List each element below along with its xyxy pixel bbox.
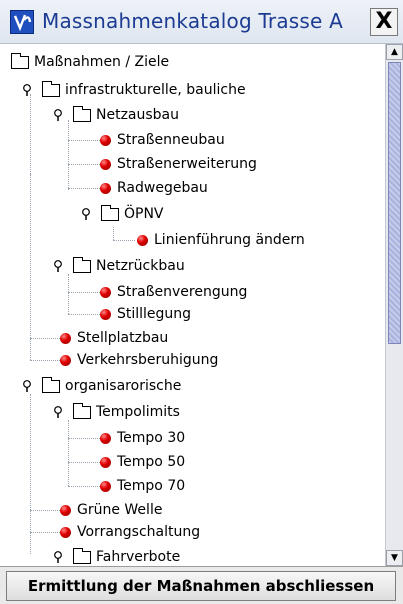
expand-toggle-icon[interactable] [53,406,63,418]
red-ball-icon [60,354,71,366]
scroll-up-button[interactable]: ▲ [386,44,403,60]
tree-node-label: Netzrückbau [96,258,185,274]
scroll-down-button[interactable]: ▼ [386,550,403,566]
tree-leaf-tempo-70[interactable]: Tempo 70 [100,476,185,496]
tree-leaf-label: Vorrangschaltung [77,524,201,540]
tree-node-netzrueckbau[interactable]: Netzrückbau [53,256,185,276]
tree-leaf-vorrangschaltung[interactable]: Vorrangschaltung [60,522,200,542]
tree-leaf-label: Straßenverengung [117,284,248,300]
v-logo-icon [10,10,34,34]
tree-view: Maßnahmen / Ziele infrastrukturelle, bau… [0,44,385,566]
tree-leaf-label: Tempo 50 [117,454,186,470]
tree-leaf-label: Tempo 30 [117,430,186,446]
tree-leaf-verkehrsberuhigung[interactable]: Verkehrsberuhigung [60,350,218,370]
tree-leaf-strassenneubau[interactable]: Straßenneubau [100,130,225,150]
tree-leaf-linienfuehrung[interactable]: Linienführung ändern [137,230,305,250]
tree-node-fahrverbote[interactable]: Fahrverbote [53,547,180,566]
tree-leaf-label: Verkehrsberuhigung [77,352,219,368]
red-ball-icon [100,182,111,194]
red-ball-icon [100,480,111,492]
red-ball-icon [100,158,111,170]
tree-node-label: infrastrukturelle, bauliche [65,82,246,98]
red-ball-icon [100,286,111,298]
tree-node-label: ÖPNV [124,206,164,222]
folder-icon [42,80,60,97]
folder-icon [73,547,91,564]
tree-leaf-tempo-50[interactable]: Tempo 50 [100,452,185,472]
tree-node-tempolimits[interactable]: Tempolimits [53,402,180,422]
tree-leaf-label: Stilllegung [117,306,192,322]
tree-leaf-gruene-welle[interactable]: Grüne Welle [60,500,162,520]
red-ball-icon [60,332,71,344]
title-bar: Massnahmenkatalog Trasse A X [0,0,403,44]
expand-toggle-icon[interactable] [81,208,91,220]
tree-node-label: organisarorische [65,378,182,394]
tree-leaf-radwegebau[interactable]: Radwegebau [100,178,208,198]
folder-icon [73,402,91,419]
tree-leaf-label: Stellplatzbau [77,330,169,346]
red-ball-icon [100,456,111,468]
window-title: Massnahmenkatalog Trasse A [42,9,343,33]
red-ball-icon [137,234,148,246]
expand-toggle-icon[interactable] [22,84,32,96]
tree-node-netzausbau[interactable]: Netzausbau [53,105,179,125]
footer-panel: Ermittlung der Maßnahmen abschliessen [0,566,403,604]
folder-icon [11,52,29,69]
tree-leaf-tempo-30[interactable]: Tempo 30 [100,428,185,448]
folder-icon [73,105,91,122]
tree-node-label: Netzausbau [96,107,180,123]
expand-toggle-icon[interactable] [22,380,32,392]
scrollbar-thumb[interactable] [388,62,401,344]
tree-leaf-stilllegung[interactable]: Stilllegung [100,304,191,324]
tree-leaf-label: Linienführung ändern [154,232,305,248]
tree-node-infrastrukturelle[interactable]: infrastrukturelle, bauliche [22,80,246,100]
tree-node-label: Tempolimits [96,404,180,420]
tree-leaf-label: Straßenerweiterung [117,156,257,172]
tree-node-organisarorische[interactable]: organisarorische [22,376,181,396]
vertical-scrollbar[interactable]: ▲ ▼ [385,44,403,566]
red-ball-icon [100,308,111,320]
tree-node-label: Fahrverbote [96,549,181,565]
folder-icon [73,256,91,273]
tree-node-oepnv[interactable]: ÖPNV [81,204,164,224]
red-ball-icon [100,432,111,444]
red-ball-icon [60,526,71,538]
tree-leaf-stellplatzbau[interactable]: Stellplatzbau [60,328,168,348]
finish-measures-button[interactable]: Ermittlung der Maßnahmen abschliessen [6,571,396,601]
tree-leaf-label: Radwegebau [117,180,208,196]
tree-root-label: Maßnahmen / Ziele [34,54,170,70]
tree-leaf-strassenverengung[interactable]: Straßenverengung [100,282,247,302]
expand-toggle-icon[interactable] [53,109,63,121]
folder-icon [101,204,119,221]
tree-leaf-label: Straßenneubau [117,132,225,148]
red-ball-icon [100,134,111,146]
folder-icon [42,376,60,393]
tree-leaf-label: Grüne Welle [77,502,163,518]
tree-root[interactable]: Maßnahmen / Ziele [11,52,169,72]
red-ball-icon [60,504,71,516]
expand-toggle-icon[interactable] [53,551,63,563]
expand-toggle-icon[interactable] [53,260,63,272]
tree-leaf-label: Tempo 70 [117,478,186,494]
close-button[interactable]: X [370,8,398,36]
tree-leaf-strassenerweiterung[interactable]: Straßenerweiterung [100,154,257,174]
